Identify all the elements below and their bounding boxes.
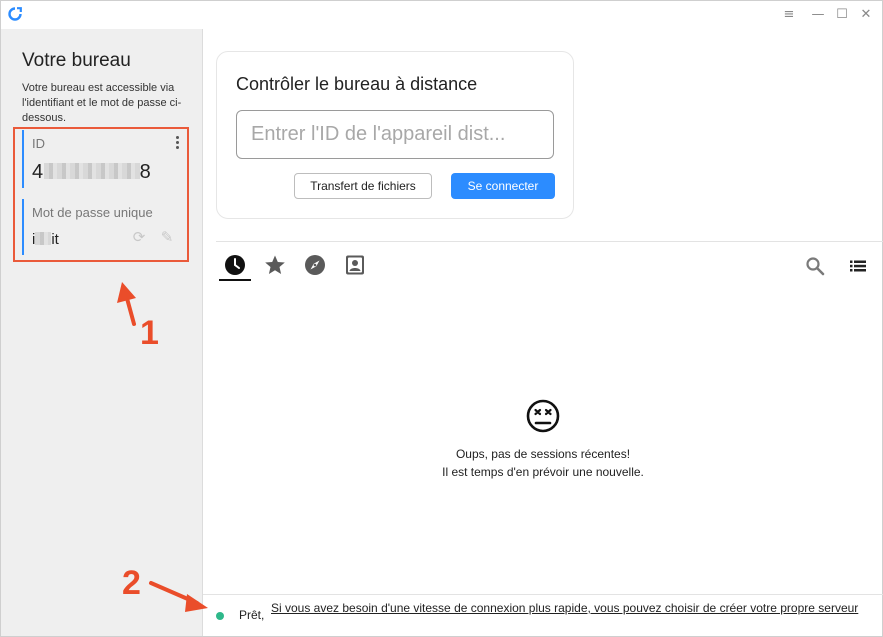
close-button[interactable]: ✕ xyxy=(858,7,874,23)
discovered-compass-icon[interactable] xyxy=(304,254,326,276)
id-value[interactable]: 48 xyxy=(32,161,151,184)
annotation-label-2: 2 xyxy=(122,564,141,602)
password-blur-mask xyxy=(35,232,52,245)
recent-sessions-icon[interactable] xyxy=(224,254,246,276)
password-suffix: it xyxy=(51,231,59,248)
list-view-icon[interactable] xyxy=(848,256,868,276)
password-label: Mot de passe unique xyxy=(32,205,153,220)
search-icon[interactable] xyxy=(805,256,825,276)
left-panel: Votre bureau Votre bureau est accessible… xyxy=(1,29,203,636)
sad-face-icon xyxy=(526,399,560,433)
edit-password-icon[interactable]: ✎ xyxy=(159,229,175,245)
empty-state-subtitle: Il est temps d'en prévoir une nouvelle. xyxy=(442,465,644,479)
panel-description: Votre bureau est accessible via l'identi… xyxy=(22,82,182,124)
password-block: Mot de passe unique i it ⟳ ✎ xyxy=(22,199,182,255)
status-text: Prêt, xyxy=(239,608,265,622)
title-bar: ≡ — ☐ ✕ xyxy=(1,1,882,29)
maximize-button[interactable]: ☐ xyxy=(834,7,850,23)
status-bar-divider xyxy=(203,594,883,595)
more-options-icon[interactable] xyxy=(174,135,180,153)
app-window: ≡ — ☐ ✕ Votre bureau Votre bureau est ac… xyxy=(0,0,883,637)
id-blur-mask xyxy=(43,163,140,179)
remote-control-card: Contrôler le bureau à distance Transfert… xyxy=(216,51,574,219)
section-divider xyxy=(216,241,883,242)
id-label: ID xyxy=(32,136,45,151)
refresh-password-icon[interactable]: ⟳ xyxy=(131,229,147,245)
id-suffix: 8 xyxy=(139,161,152,183)
own-server-link[interactable]: Si vous avez besoin d'une vitesse de con… xyxy=(271,600,871,617)
card-title: Contrôler le bureau à distance xyxy=(236,74,478,94)
favorites-star-icon[interactable] xyxy=(264,254,286,276)
annotation-label-1: 1 xyxy=(140,314,159,352)
id-block: ID 48 xyxy=(22,130,182,188)
app-logo-icon xyxy=(8,7,22,21)
address-book-icon[interactable] xyxy=(344,254,366,276)
status-indicator-dot xyxy=(216,612,224,620)
panel-title: Votre bureau xyxy=(22,50,131,71)
active-tab-indicator xyxy=(219,279,251,281)
remote-id-input[interactable] xyxy=(236,110,554,159)
connect-button[interactable]: Se connecter xyxy=(451,173,555,199)
minimize-button[interactable]: — xyxy=(810,7,826,23)
empty-state-title: Oups, pas de sessions récentes! xyxy=(455,447,631,461)
menu-icon[interactable]: ≡ xyxy=(781,7,797,23)
id-prefix: 4 xyxy=(32,161,44,183)
file-transfer-button[interactable]: Transfert de fichiers xyxy=(294,173,432,199)
password-value[interactable]: i it xyxy=(32,231,59,248)
